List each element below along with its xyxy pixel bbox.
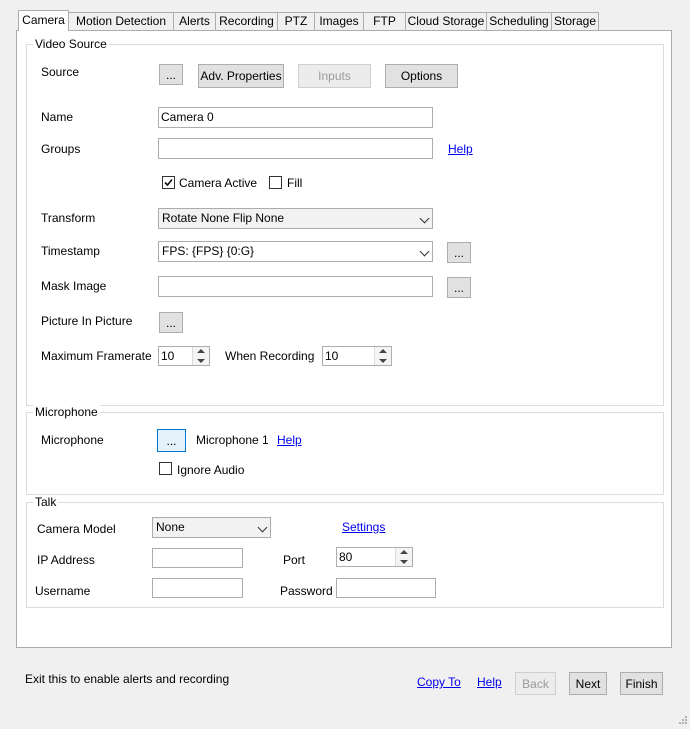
microphone-help-link[interactable]: Help [277, 433, 302, 447]
max-framerate-label: Maximum Framerate [41, 349, 152, 363]
tab-camera[interactable]: Camera [18, 10, 69, 31]
username-input[interactable] [152, 578, 243, 598]
tab-ptz[interactable]: PTZ [277, 12, 315, 30]
tab-storage[interactable]: Storage [551, 12, 599, 30]
pip-browse-button[interactable]: ... [159, 312, 183, 333]
groups-label: Groups [41, 142, 81, 156]
source-browse-button[interactable]: ... [159, 64, 183, 85]
up-arrow-icon [379, 349, 387, 353]
checkmark-icon [164, 178, 173, 187]
name-label: Name [41, 110, 74, 124]
ip-address-label: IP Address [37, 553, 95, 567]
transform-value: Rotate None Flip None [162, 211, 285, 225]
spinner-buttons[interactable] [395, 548, 412, 566]
ip-address-input[interactable] [152, 548, 243, 568]
tab-recording[interactable]: Recording [215, 12, 278, 30]
timestamp-browse-button[interactable]: ... [447, 242, 471, 263]
spinner-buttons[interactable] [374, 347, 391, 365]
when-recording-label: When Recording [225, 349, 315, 363]
when-recording-value: 10 [325, 349, 339, 363]
status-text: Exit this to enable alerts and recording [25, 672, 230, 686]
groups-help-link[interactable]: Help [448, 142, 473, 156]
copy-to-link[interactable]: Copy To [417, 675, 461, 689]
when-recording-spinner[interactable]: 10 [322, 346, 392, 366]
tab-cloud-storage[interactable]: Cloud Storage [405, 12, 487, 30]
microphone-value: Microphone 1 [196, 433, 269, 447]
mask-image-browse-button[interactable]: ... [447, 277, 471, 298]
source-label: Source [41, 65, 80, 79]
down-arrow-icon [197, 359, 205, 363]
camera-active-label: Camera Active [179, 176, 258, 190]
options-button[interactable]: Options [385, 64, 458, 88]
chevron-down-icon [257, 522, 268, 533]
timestamp-value: FPS: {FPS} {0:G} [162, 244, 255, 258]
timestamp-label: Timestamp [41, 244, 100, 258]
mask-image-input[interactable] [158, 276, 433, 297]
ignore-audio-label: Ignore Audio [177, 463, 245, 477]
camera-model-select[interactable]: None [152, 517, 271, 538]
tab-images[interactable]: Images [314, 12, 364, 30]
port-value: 80 [339, 550, 353, 564]
footer-help-link[interactable]: Help [477, 675, 502, 689]
timestamp-combo[interactable]: FPS: {FPS} {0:G} [158, 241, 433, 262]
adv-properties-button[interactable]: Adv. Properties [198, 64, 284, 88]
tab-strip: Camera Motion Detection Alerts Recording… [16, 10, 676, 31]
resize-grip-icon[interactable] [676, 715, 688, 727]
tab-scheduling[interactable]: Scheduling [486, 12, 552, 30]
next-button[interactable]: Next [569, 672, 607, 695]
inputs-button[interactable]: Inputs [298, 64, 371, 88]
finish-button[interactable]: Finish [620, 672, 663, 695]
chevron-down-icon [419, 213, 430, 224]
ignore-audio-checkbox[interactable] [159, 462, 172, 475]
fill-checkbox[interactable] [269, 176, 282, 189]
camera-model-value: None [156, 520, 185, 534]
password-input[interactable] [336, 578, 436, 598]
tab-motion-detection[interactable]: Motion Detection [68, 12, 174, 30]
camera-tab-panel: Video Source Source ... Adv. Properties … [16, 30, 672, 648]
microphone-label: Microphone [41, 433, 104, 447]
password-label: Password [280, 584, 333, 598]
camera-model-label: Camera Model [37, 522, 116, 536]
microphone-group [26, 412, 664, 495]
transform-select[interactable]: Rotate None Flip None [158, 208, 433, 229]
camera-active-checkbox[interactable] [162, 176, 175, 189]
username-label: Username [35, 584, 91, 598]
mask-image-label: Mask Image [41, 279, 107, 293]
max-framerate-value: 10 [161, 349, 175, 363]
port-label: Port [283, 553, 306, 567]
fill-label: Fill [287, 176, 303, 190]
tab-ftp[interactable]: FTP [363, 12, 406, 30]
name-input[interactable]: Camera 0 [158, 107, 433, 128]
talk-title: Talk [33, 495, 59, 509]
pip-label: Picture In Picture [41, 314, 133, 328]
groups-input[interactable] [158, 138, 433, 159]
up-arrow-icon [400, 550, 408, 554]
max-framerate-spinner[interactable]: 10 [158, 346, 210, 366]
up-arrow-icon [197, 349, 205, 353]
microphone-browse-button[interactable]: ... [157, 429, 186, 452]
talk-settings-link[interactable]: Settings [342, 520, 385, 534]
tab-alerts[interactable]: Alerts [173, 12, 216, 30]
video-source-title: Video Source [33, 37, 109, 51]
spinner-buttons[interactable] [192, 347, 209, 365]
back-button[interactable]: Back [515, 672, 556, 695]
down-arrow-icon [400, 560, 408, 564]
chevron-down-icon [419, 246, 430, 257]
port-spinner[interactable]: 80 [336, 547, 413, 567]
transform-label: Transform [41, 211, 96, 225]
microphone-title: Microphone [33, 405, 100, 419]
down-arrow-icon [379, 359, 387, 363]
